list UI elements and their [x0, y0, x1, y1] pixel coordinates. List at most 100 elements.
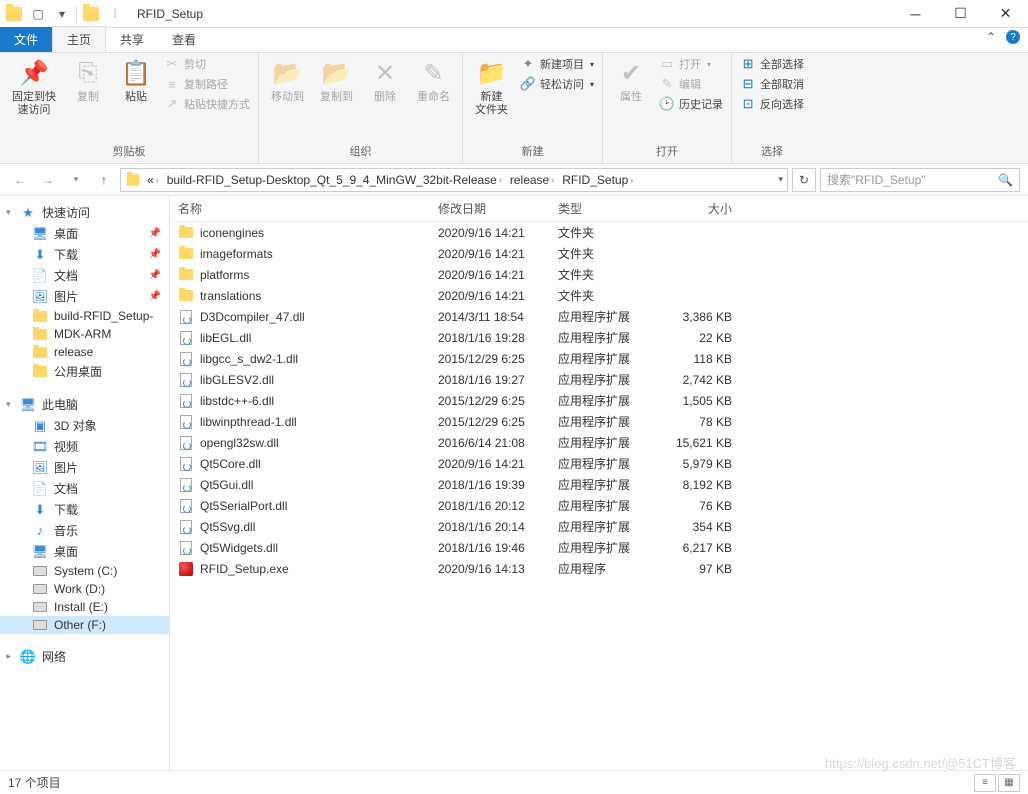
- open-button[interactable]: ▭打开▾: [657, 55, 725, 73]
- nav-item[interactable]: 📄文档📌: [0, 265, 169, 286]
- file-size: 97 KB: [660, 562, 740, 576]
- history-button[interactable]: 🕑历史记录: [657, 95, 725, 113]
- file-icon: [178, 435, 194, 451]
- breadcrumb-1[interactable]: build-RFID_Setup-Desktop_Qt_5_9_4_MinGW_…: [163, 173, 506, 187]
- nav-item[interactable]: 🖥桌面📌: [0, 223, 169, 244]
- nav-item[interactable]: System (C:): [0, 562, 169, 580]
- nav-item-label: Other (F:): [54, 618, 106, 632]
- nav-item[interactable]: ▣3D 对象: [0, 415, 169, 436]
- nav-item[interactable]: MDK-ARM: [0, 325, 169, 343]
- paste-button[interactable]: 📋粘贴: [114, 55, 158, 142]
- file-row[interactable]: libgcc_s_dw2-1.dll2015/12/29 6:25应用程序扩展1…: [170, 348, 1028, 369]
- nav-item[interactable]: Other (F:): [0, 616, 169, 634]
- qat-separator: |: [105, 4, 125, 24]
- maximize-button[interactable]: ☐: [938, 0, 983, 28]
- copy-button[interactable]: ⎘复制: [66, 55, 110, 142]
- breadcrumb-2[interactable]: release›: [506, 173, 558, 187]
- edit-button[interactable]: ✎编辑: [657, 75, 725, 93]
- details-view-button[interactable]: ≡: [974, 774, 996, 792]
- file-row[interactable]: iconengines2020/9/16 14:21文件夹: [170, 222, 1028, 243]
- file-row[interactable]: imageformats2020/9/16 14:21文件夹: [170, 243, 1028, 264]
- nav-item[interactable]: Work (D:): [0, 580, 169, 598]
- file-row[interactable]: libGLESV2.dll2018/1/16 19:27应用程序扩展2,742 …: [170, 369, 1028, 390]
- qat-props-icon[interactable]: ▢: [28, 4, 48, 24]
- collapse-ribbon-icon[interactable]: ⌃: [986, 30, 996, 44]
- easyaccess-button[interactable]: 🔗轻松访问▾: [518, 75, 596, 93]
- nav-item[interactable]: 🖼图片📌: [0, 286, 169, 307]
- file-row[interactable]: libwinpthread-1.dll2015/12/29 6:25应用程序扩展…: [170, 411, 1028, 432]
- newfolder-button[interactable]: 📁新建 文件夹: [469, 55, 514, 142]
- nav-item[interactable]: 🖥桌面: [0, 541, 169, 562]
- file-date: 2020/9/16 14:21: [430, 247, 550, 261]
- nav-item[interactable]: 🖼图片: [0, 457, 169, 478]
- navhead-network[interactable]: ▾🌐网络: [0, 646, 169, 667]
- qat-dropdown-icon[interactable]: ▾: [52, 4, 72, 24]
- file-row[interactable]: D3Dcompiler_47.dll2014/3/11 18:54应用程序扩展3…: [170, 306, 1028, 327]
- nav-item[interactable]: ♪音乐: [0, 520, 169, 541]
- file-row[interactable]: Qt5SerialPort.dll2018/1/16 20:12应用程序扩展76…: [170, 495, 1028, 516]
- copyto-button[interactable]: 📂复制到: [314, 55, 359, 142]
- nav-item-icon: 🖥: [32, 227, 48, 241]
- col-size[interactable]: 大小: [660, 200, 740, 217]
- tab-home[interactable]: 主页: [52, 26, 106, 52]
- nav-item[interactable]: 📄文档: [0, 478, 169, 499]
- search-box[interactable]: 搜索"RFID_Setup" 🔍: [820, 168, 1020, 192]
- file-row[interactable]: Qt5Svg.dll2018/1/16 20:14应用程序扩展354 KB: [170, 516, 1028, 537]
- help-icon[interactable]: ?: [1006, 30, 1020, 44]
- file-name: iconengines: [200, 226, 264, 240]
- rename-icon: ✎: [418, 57, 450, 89]
- tab-file[interactable]: 文件: [0, 27, 52, 52]
- nav-item[interactable]: ⬇下载: [0, 499, 169, 520]
- rename-button[interactable]: ✎重命名: [411, 55, 456, 142]
- navhead-quickaccess[interactable]: ▾★快速访问: [0, 202, 169, 223]
- selectall-button[interactable]: ⊞全部选择: [738, 55, 806, 73]
- file-row[interactable]: platforms2020/9/16 14:21文件夹: [170, 264, 1028, 285]
- props-button[interactable]: ✔属性: [609, 55, 653, 142]
- recent-dropdown[interactable]: ▾: [64, 168, 88, 192]
- address-dropdown-icon[interactable]: ▾: [778, 174, 783, 185]
- back-button[interactable]: ←: [8, 168, 32, 192]
- nav-item[interactable]: release: [0, 343, 169, 361]
- delete-button[interactable]: ✕删除: [363, 55, 407, 142]
- file-date: 2015/12/29 6:25: [430, 415, 550, 429]
- newitem-button[interactable]: ✦新建项目▾: [518, 55, 596, 73]
- col-name[interactable]: 名称: [170, 200, 430, 217]
- copypath-button[interactable]: ≡复制路径: [162, 75, 252, 93]
- file-row[interactable]: libEGL.dll2018/1/16 19:28应用程序扩展22 KB: [170, 327, 1028, 348]
- breadcrumb-3[interactable]: RFID_Setup›: [558, 173, 637, 187]
- file-row[interactable]: opengl32sw.dll2016/6/14 21:08应用程序扩展15,62…: [170, 432, 1028, 453]
- navhead-thispc[interactable]: ▾🖥此电脑: [0, 394, 169, 415]
- tab-share[interactable]: 共享: [106, 27, 158, 52]
- invert-button[interactable]: ⊡反向选择: [738, 95, 806, 113]
- nav-item[interactable]: build-RFID_Setup-: [0, 307, 169, 325]
- icons-view-button[interactable]: ▦: [998, 774, 1020, 792]
- file-type: 应用程序扩展: [550, 350, 660, 367]
- minimize-button[interactable]: ─: [893, 0, 938, 28]
- file-row[interactable]: translations2020/9/16 14:21文件夹: [170, 285, 1028, 306]
- cut-button[interactable]: ✂剪切: [162, 55, 252, 73]
- nav-item[interactable]: ⬇下载📌: [0, 244, 169, 265]
- selectnone-button[interactable]: ⊟全部取消: [738, 75, 806, 93]
- file-row[interactable]: Qt5Core.dll2020/9/16 14:21应用程序扩展5,979 KB: [170, 453, 1028, 474]
- address-bar[interactable]: «›build-RFID_Setup-Desktop_Qt_5_9_4_MinG…: [120, 168, 788, 192]
- nav-item[interactable]: 公用桌面: [0, 361, 169, 382]
- col-date[interactable]: 修改日期: [430, 200, 550, 217]
- forward-button[interactable]: →: [36, 168, 60, 192]
- breadcrumb-0[interactable]: «›: [143, 173, 163, 187]
- nav-item[interactable]: Install (E:): [0, 598, 169, 616]
- pasteshortcut-button[interactable]: ↗粘贴快捷方式: [162, 95, 252, 113]
- col-type[interactable]: 类型: [550, 200, 660, 217]
- close-button[interactable]: ✕: [983, 0, 1028, 28]
- tab-view[interactable]: 查看: [158, 27, 210, 52]
- nav-item[interactable]: 🎞视频: [0, 436, 169, 457]
- file-row[interactable]: libstdc++-6.dll2015/12/29 6:25应用程序扩展1,50…: [170, 390, 1028, 411]
- file-date: 2015/12/29 6:25: [430, 394, 550, 408]
- file-row[interactable]: Qt5Widgets.dll2018/1/16 19:46应用程序扩展6,217…: [170, 537, 1028, 558]
- up-button[interactable]: ↑: [92, 168, 116, 192]
- pin-button[interactable]: 📌固定到快 速访问: [6, 55, 62, 142]
- moveto-button[interactable]: 📂移动到: [265, 55, 310, 142]
- file-row[interactable]: RFID_Setup.exe2020/9/16 14:13应用程序97 KB: [170, 558, 1028, 579]
- nav-item-icon: ▣: [32, 419, 48, 433]
- refresh-button[interactable]: ↻: [792, 168, 816, 192]
- file-row[interactable]: Qt5Gui.dll2018/1/16 19:39应用程序扩展8,192 KB: [170, 474, 1028, 495]
